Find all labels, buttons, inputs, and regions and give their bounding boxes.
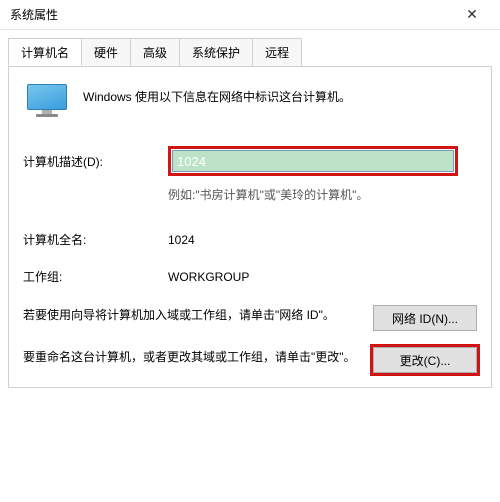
fullname-value: 1024 bbox=[168, 233, 477, 247]
workgroup-value: WORKGROUP bbox=[168, 270, 477, 284]
tab-panel-computer-name: Windows 使用以下信息在网络中标识这台计算机。 计算机描述(D): 例如:… bbox=[8, 66, 492, 388]
tab-system-protection[interactable]: 系统保护 bbox=[179, 38, 253, 66]
description-input[interactable] bbox=[172, 150, 454, 172]
tab-remote[interactable]: 远程 bbox=[252, 38, 302, 66]
tab-advanced[interactable]: 高级 bbox=[130, 38, 180, 66]
window-title: 系统属性 bbox=[10, 6, 58, 23]
intro-section: Windows 使用以下信息在网络中标识这台计算机。 bbox=[23, 84, 477, 118]
tab-hardware[interactable]: 硬件 bbox=[81, 38, 131, 66]
intro-text: Windows 使用以下信息在网络中标识这台计算机。 bbox=[83, 84, 351, 105]
computer-icon bbox=[27, 84, 67, 118]
description-row: 计算机描述(D): bbox=[23, 146, 477, 176]
tab-underline bbox=[8, 66, 492, 67]
tab-computer-name[interactable]: 计算机名 bbox=[8, 38, 82, 66]
change-button[interactable]: 更改(C)... bbox=[373, 347, 477, 373]
description-input-highlight bbox=[168, 146, 458, 176]
network-id-section: 若要使用向导将计算机加入域或工作组，请单击"网络 ID"。 网络 ID(N)..… bbox=[23, 305, 477, 331]
titlebar: 系统属性 ✕ bbox=[0, 0, 500, 30]
workgroup-row: 工作组: WORKGROUP bbox=[23, 268, 477, 285]
change-text: 要重命名这台计算机，或者更改其域或工作组，请单击"更改"。 bbox=[23, 347, 361, 367]
close-button[interactable]: ✕ bbox=[452, 1, 492, 29]
fullname-label: 计算机全名: bbox=[23, 231, 168, 248]
description-label: 计算机描述(D): bbox=[23, 153, 168, 170]
network-id-button[interactable]: 网络 ID(N)... bbox=[373, 305, 477, 331]
description-example: 例如:"书房计算机"或"美玲的计算机"。 bbox=[168, 186, 477, 203]
fullname-row: 计算机全名: 1024 bbox=[23, 231, 477, 248]
workgroup-label: 工作组: bbox=[23, 268, 168, 285]
network-id-text: 若要使用向导将计算机加入域或工作组，请单击"网络 ID"。 bbox=[23, 305, 361, 325]
change-section: 要重命名这台计算机，或者更改其域或工作组，请单击"更改"。 更改(C)... bbox=[23, 347, 477, 373]
close-icon: ✕ bbox=[466, 6, 478, 23]
tabstrip: 计算机名 硬件 高级 系统保护 远程 bbox=[0, 30, 500, 66]
